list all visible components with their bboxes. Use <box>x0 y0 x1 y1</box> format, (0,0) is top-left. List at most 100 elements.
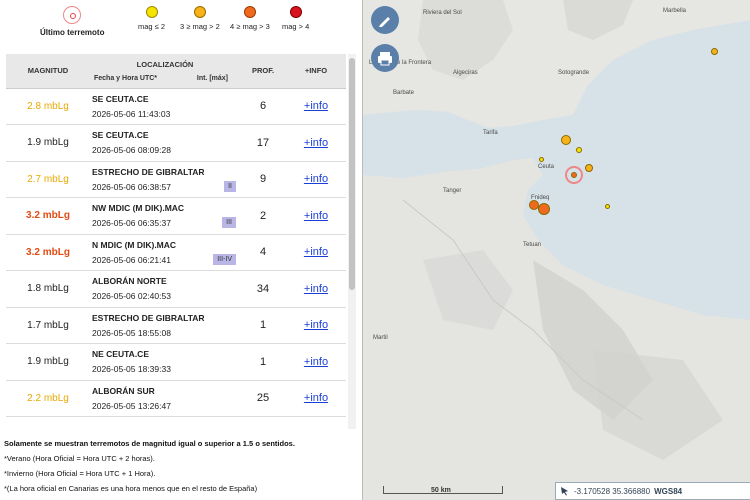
circle-red-icon <box>289 6 302 18</box>
row-location-name: SE CEUTA.CE <box>92 130 149 141</box>
row-location: ALBORÁN SUR 2026-05-05 13:26:47 <box>90 380 240 417</box>
row-location: E CEUTA.CE <box>90 416 240 429</box>
map-label-barbate: Barbate <box>393 90 415 96</box>
map-label-sotogrande: Sotogrande <box>558 70 590 76</box>
row-location: NE CEUTA.CE 2026-05-05 18:39:33 <box>90 343 240 381</box>
row-datetime: 2026-05-06 06:38:57 <box>92 181 171 192</box>
row-info-cell: +info <box>286 380 346 417</box>
row-location: SE CEUTA.CE 2026-05-06 08:09:28 <box>90 124 240 162</box>
info-link[interactable]: +info <box>304 356 328 368</box>
quake-marker[interactable] <box>571 172 577 178</box>
info-link[interactable]: +info <box>304 392 328 404</box>
map-label-martil: Martil <box>373 335 388 341</box>
info-link[interactable]: +info <box>304 100 328 112</box>
row-info-cell: +info <box>286 161 346 198</box>
quake-marker[interactable] <box>711 48 718 55</box>
info-link[interactable]: +info <box>304 319 328 331</box>
map-label-tanger: Tanger <box>443 188 462 194</box>
row-depth: 1 <box>240 343 286 381</box>
row-info-cell: +info <box>286 270 346 308</box>
map-label-tarifa: Tarifa <box>483 130 498 136</box>
quake-marker[interactable] <box>605 204 610 209</box>
row-magnitude: 1.7 mbLg <box>6 307 90 344</box>
row-location: ALBORÁN NORTE 2026-05-06 02:40:53 <box>90 270 240 308</box>
row-location-name: ESTRECHO DE GIBRALTAR <box>92 312 205 323</box>
legend-label: mag > 4 <box>282 22 310 31</box>
edit-button[interactable] <box>371 6 399 34</box>
table-row: 1.9 mbLg NE CEUTA.CE 2026-05-05 18:39:33 1 +… <box>6 343 346 381</box>
scrollbar-thumb[interactable] <box>349 58 355 290</box>
note-invierno: *Invierno (Hora Oficial = Hora UTC + 1 H… <box>4 469 156 478</box>
row-intensity-badge: III <box>222 217 236 228</box>
map-scale-label: 50 km <box>431 487 451 494</box>
earthquake-table-container[interactable]: MAGNITUD LOCALIZACIÓN Fecha y Hora UTC* … <box>6 54 346 429</box>
row-magnitude: 1.9 mbLg <box>6 124 90 162</box>
legend-last-label: Último terremoto <box>40 28 105 37</box>
row-datetime: 2026-05-05 13:26:47 <box>92 400 171 411</box>
circle-yellow-icon <box>145 6 158 18</box>
magnitude-legend: Último terremoto mag ≤ 2 3 ≥ mag > 2 4 ≥… <box>0 0 362 52</box>
legend-last-quake: Último terremoto <box>40 6 104 37</box>
header-int: Int. [máx] <box>196 74 228 82</box>
row-depth: 9 <box>240 416 286 429</box>
map-label-riviera: Riviera del Sol <box>423 10 462 16</box>
info-link[interactable]: +info <box>304 210 328 222</box>
row-info-cell: +info <box>286 124 346 162</box>
row-depth: 17 <box>240 124 286 162</box>
note-magnitude: Solamente se muestran terremotos de magn… <box>4 439 295 448</box>
info-link[interactable]: +info <box>304 246 328 258</box>
map-view[interactable]: Riviera del Sol Marbella La Linea de la … <box>362 0 750 500</box>
legend-mag-1: mag ≤ 2 <box>138 6 165 31</box>
quake-marker[interactable] <box>539 157 544 162</box>
row-depth: 34 <box>240 270 286 308</box>
quake-marker[interactable] <box>585 164 593 172</box>
quake-marker[interactable] <box>576 147 582 153</box>
circle-red-orange-icon <box>243 6 256 18</box>
row-info-cell: +info <box>286 197 346 235</box>
table-row: 3.2 mbLg N MDIC (M DIK).MAC 2026-05-06 06:… <box>6 234 346 271</box>
row-location-name: ALBORÁN NORTE <box>92 276 167 287</box>
legend-label: 4 ≥ mag > 3 <box>230 22 270 31</box>
table-row: 2.8 mbLg SE CEUTA.CE 2026-05-06 11:43:03 6 +… <box>6 88 346 125</box>
info-link[interactable]: +info <box>304 137 328 149</box>
info-link[interactable]: +info <box>304 283 328 295</box>
table-row: 2.2 mbLg ALBORÁN SUR 2026-05-05 13:26:47 25… <box>6 380 346 417</box>
table-header-row: MAGNITUD LOCALIZACIÓN Fecha y Hora UTC* … <box>6 54 346 89</box>
header-localizacion-label: LOCALIZACIÓN <box>136 59 194 69</box>
row-location-name: NW MDIC (M DIK).MAC <box>92 203 185 214</box>
row-location: NW MDIC (M DIK).MAC 2026-05-06 06:35:37 II… <box>90 197 240 235</box>
row-magnitude: 3.2 mbLg <box>6 197 90 235</box>
legend-label: 3 ≥ mag > 2 <box>180 22 220 31</box>
header-magnitud: MAGNITUD <box>6 54 90 89</box>
row-location-name: ALBORÁN SUR <box>92 385 155 396</box>
quake-marker[interactable] <box>561 135 571 145</box>
last-quake-icon <box>63 6 82 24</box>
table-row: 1.8 mbLg ALBORÁN NORTE 2026-05-06 02:40:53… <box>6 270 346 308</box>
row-info-cell: +info <box>286 307 346 344</box>
row-location-name: N MDIC (M DIK).MAC <box>92 239 177 250</box>
map-label-marbella: Marbella <box>663 8 687 14</box>
row-location-name: SE CEUTA.CE <box>92 93 149 104</box>
quake-marker[interactable] <box>538 203 550 215</box>
row-magnitude: 2.7 mbLg <box>6 161 90 198</box>
print-button[interactable] <box>371 44 399 72</box>
legend-label: mag ≤ 2 <box>138 22 166 31</box>
row-location-name: NE CEUTA.CE <box>92 349 149 360</box>
info-link[interactable]: +info <box>304 173 328 185</box>
row-datetime: 2026-05-05 18:39:33 <box>92 364 171 375</box>
row-depth: 25 <box>240 380 286 417</box>
map-label-algeciras: Algeciras <box>453 70 478 76</box>
row-location-name: E CEUTA.CE <box>92 427 240 429</box>
row-magnitude: 2.4 mbLg <box>6 416 90 429</box>
row-info-cell: +info <box>286 88 346 125</box>
table-scrollbar[interactable] <box>348 54 356 429</box>
row-datetime: 2026-05-06 11:43:03 <box>92 108 171 119</box>
note-verano: *Verano (Hora Oficial = Hora UTC + 2 hor… <box>4 454 155 463</box>
cursor-icon <box>561 487 568 496</box>
header-fecha: Fecha y Hora UTC* <box>94 74 158 82</box>
earthquake-table: MAGNITUD LOCALIZACIÓN Fecha y Hora UTC* … <box>6 54 346 429</box>
row-magnitude: 2.8 mbLg <box>6 88 90 125</box>
row-datetime: 2026-05-06 02:40:53 <box>92 291 171 302</box>
row-location: ESTRECHO DE GIBRALTAR 2026-05-06 06:38:57… <box>90 161 240 198</box>
row-location-name: ESTRECHO DE GIBRALTAR <box>92 166 205 177</box>
